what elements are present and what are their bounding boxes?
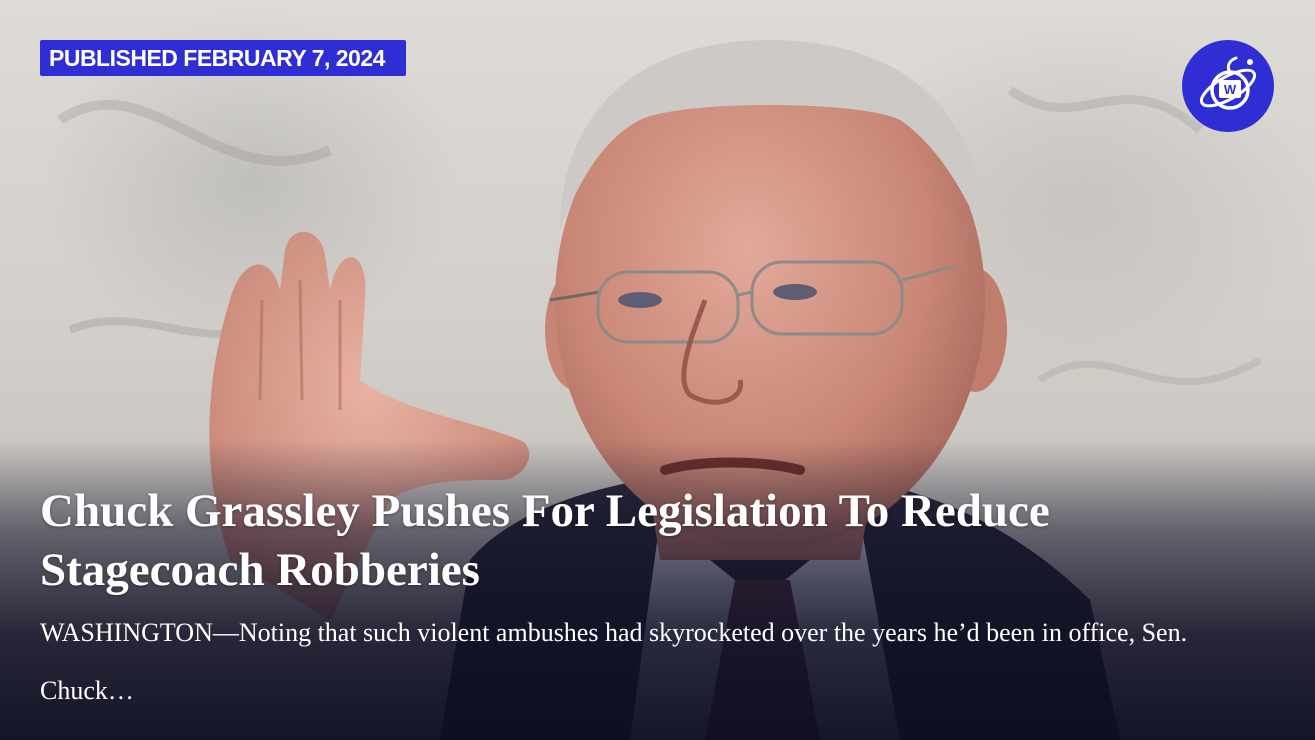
article-headline[interactable]: Chuck Grassley Pushes For Legislation To… [40, 482, 1240, 600]
published-date-label: PUBLISHED FEBRUARY 7, 2024 [49, 45, 385, 71]
article-dek: WASHINGTON—Noting that such violent ambu… [40, 618, 1188, 705]
published-date-badge: PUBLISHED FEBRUARY 7, 2024 [40, 40, 406, 76]
svg-text:W: W [1224, 82, 1237, 97]
article-card[interactable]: PUBLISHED FEBRUARY 7, 2024 W Chuck Grass… [0, 0, 1315, 740]
onion-w-logo-icon[interactable]: W [1182, 40, 1274, 132]
